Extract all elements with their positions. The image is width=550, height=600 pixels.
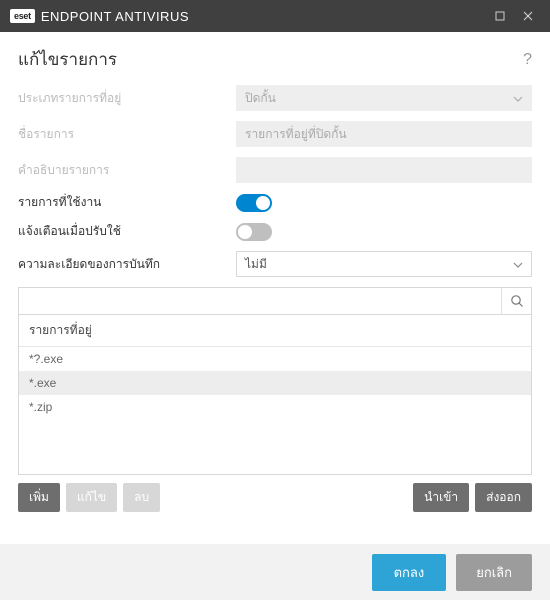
form-area: ประเภทรายการที่อยู่ ปิดกั้น ชื่อรายการ ร… [0, 79, 550, 277]
brand-logo: eset [10, 9, 35, 23]
address-list: รายการที่อยู่ *?.exe*.exe*.zip [18, 315, 532, 475]
list-item[interactable]: *.exe [19, 371, 531, 395]
window-title: ENDPOINT ANTIVIRUS [41, 9, 486, 24]
desc-input [236, 157, 532, 183]
address-list-section: รายการที่อยู่ *?.exe*.exe*.zip เพิ่ม แก้… [18, 287, 532, 512]
page-title: แก้ไขรายการ [18, 46, 117, 73]
footer: ตกลง ยกเลิก [0, 544, 550, 600]
name-input: รายการที่อยู่ที่ปิดกั้น [236, 121, 532, 147]
add-button[interactable]: เพิ่ม [18, 483, 60, 512]
help-icon[interactable]: ? [523, 51, 532, 69]
edit-button: แก้ไข [66, 483, 117, 512]
chevron-down-icon [513, 91, 523, 105]
log-label: ความละเอียดของการบันทึก [18, 255, 236, 274]
active-toggle[interactable] [236, 194, 272, 212]
active-label: รายการที่ใช้งาน [18, 193, 236, 212]
list-item[interactable]: *?.exe [19, 347, 531, 371]
titlebar: eset ENDPOINT ANTIVIRUS [0, 0, 550, 32]
type-label: ประเภทรายการที่อยู่ [18, 89, 236, 108]
log-value: ไม่มี [245, 255, 267, 274]
type-value: ปิดกั้น [245, 89, 276, 108]
minimize-button[interactable] [486, 2, 514, 30]
desc-label: คำอธิบายรายการ [18, 161, 236, 180]
search-bar [18, 287, 532, 315]
ok-button[interactable]: ตกลง [372, 554, 447, 591]
list-column-header: รายการที่อยู่ [19, 315, 531, 347]
import-button[interactable]: นำเข้า [413, 483, 469, 512]
notify-label: แจ้งเตือนเมื่อปรับใช้ [18, 222, 236, 241]
notify-toggle[interactable] [236, 223, 272, 241]
cancel-button[interactable]: ยกเลิก [456, 554, 532, 591]
type-select: ปิดกั้น [236, 85, 532, 111]
export-button[interactable]: ส่งออก [475, 483, 532, 512]
search-button[interactable] [501, 288, 531, 314]
chevron-down-icon [513, 257, 523, 271]
log-select[interactable]: ไม่มี [236, 251, 532, 277]
name-label: ชื่อรายการ [18, 125, 236, 144]
list-actions: เพิ่ม แก้ไข ลบ นำเข้า ส่งออก [18, 483, 532, 512]
search-input[interactable] [19, 288, 501, 314]
page-header: แก้ไขรายการ ? [0, 32, 550, 79]
name-value: รายการที่อยู่ที่ปิดกั้น [245, 125, 347, 144]
remove-button: ลบ [123, 483, 160, 512]
list-item[interactable]: *.zip [19, 395, 531, 419]
close-button[interactable] [514, 2, 542, 30]
